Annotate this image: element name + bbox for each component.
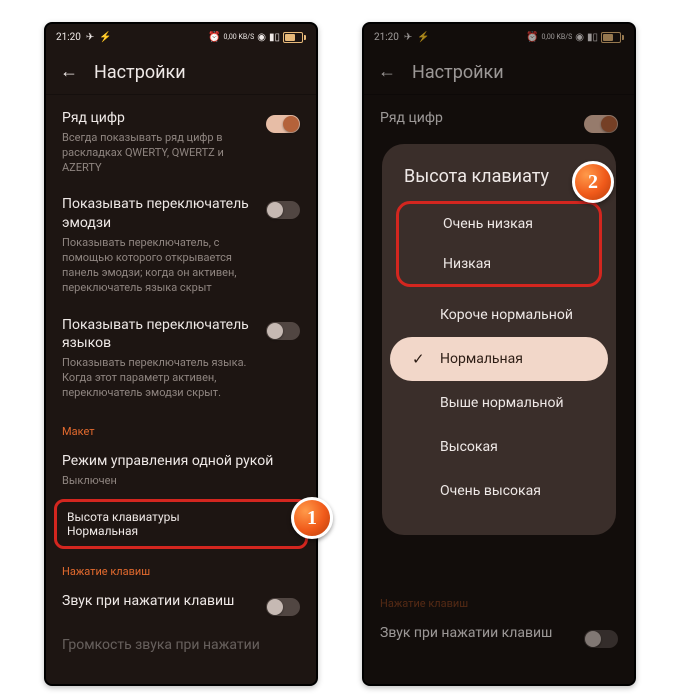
- callout-marker-1: 1: [291, 497, 333, 539]
- row-title: Показывать переключатель эмодзи: [62, 195, 254, 233]
- option-label: Выше нормальной: [440, 395, 564, 411]
- row-title: Ряд цифр: [62, 109, 252, 128]
- phone-screenshot-right: 21:20 ✈ ⚡ ⏰ 0,00 KB/S ◉ ▮▯ ← Настройки Р…: [362, 22, 636, 686]
- option-label: Нормальная: [440, 351, 523, 367]
- row-title: Звук при нажатии клавиш: [62, 592, 234, 611]
- option-label: Очень высокая: [440, 483, 541, 499]
- app-header: ← Настройки: [46, 50, 316, 95]
- option-very-low[interactable]: ✓ Очень низкая: [399, 204, 599, 244]
- section-layout: Макет: [46, 411, 316, 442]
- row-desc: Показывать переключатель, с помощью кото…: [62, 236, 252, 295]
- row-desc: Показывать переключатель языка. Когда эт…: [62, 356, 252, 401]
- option-normal[interactable]: ✓ Нормальная: [390, 337, 608, 381]
- section-keypress: Нажатие клавиш: [46, 551, 316, 582]
- phone-screenshot-left: 21:20 ✈ ⚡ ⏰ 0,00 KB/S ◉ ▮▯ ← Настройки Р…: [44, 22, 318, 686]
- bolt-icon: ⚡: [99, 32, 111, 43]
- toggle-lang-switch[interactable]: [266, 322, 300, 340]
- battery-icon: [283, 32, 306, 43]
- option-label: Короче нормальной: [440, 307, 573, 323]
- highlight-top-options: ✓ Очень низкая ✓ Низкая: [396, 201, 602, 287]
- net-speed: 0,00 KB/S: [224, 34, 255, 41]
- status-bar: 21:20 ✈ ⚡ ⏰ 0,00 KB/S ◉ ▮▯: [46, 24, 316, 50]
- option-high[interactable]: ✓ Высокая: [390, 425, 608, 469]
- row-sub: Выключен: [62, 474, 300, 487]
- row-keypress-volume: Громкость звука при нажатии: [46, 626, 316, 668]
- telegram-icon: ✈: [86, 32, 94, 43]
- option-very-high[interactable]: ✓ Очень высокая: [390, 469, 608, 513]
- option-taller[interactable]: ✓ Выше нормальной: [390, 381, 608, 425]
- option-low[interactable]: ✓ Низкая: [399, 244, 599, 284]
- signal-icon: ▮▯: [269, 32, 280, 43]
- row-keypress-sound[interactable]: Звук при нажатии клавиш: [46, 582, 316, 626]
- toggle-emoji-switch[interactable]: [266, 201, 300, 219]
- callout-marker-2: 2: [572, 161, 614, 203]
- row-desc: Всегда показывать ряд цифр в раскладках …: [62, 131, 252, 176]
- row-title: Высота клавиатуры: [67, 510, 295, 524]
- toggle-digit-row[interactable]: [266, 115, 300, 133]
- wifi-icon: ◉: [257, 32, 266, 43]
- row-one-hand[interactable]: Режим управления одной рукой Выключен: [46, 442, 316, 497]
- kb-height-dialog: Высота клавиату ✓ Очень низкая ✓ Низкая …: [382, 144, 616, 535]
- settings-content: Ряд цифр Всегда показывать ряд цифр в ра…: [46, 95, 316, 668]
- option-shorter[interactable]: ✓ Короче нормальной: [390, 293, 608, 337]
- option-label: Высокая: [440, 439, 498, 455]
- row-sub: Нормальная: [67, 524, 295, 538]
- row-emoji-switch[interactable]: Показывать переключатель эмодзи Показыва…: [46, 185, 316, 305]
- highlight-kb-height: Высота клавиатуры Нормальная: [54, 499, 308, 549]
- check-icon: ✓: [412, 350, 426, 368]
- row-title: Показывать переключатель языков: [62, 316, 254, 354]
- row-digit-row[interactable]: Ряд цифр Всегда показывать ряд цифр в ра…: [46, 99, 316, 185]
- toggle-keypress-sound[interactable]: [266, 598, 300, 616]
- row-kb-height[interactable]: Высота клавиатуры Нормальная: [67, 510, 295, 538]
- back-arrow-icon[interactable]: ←: [60, 63, 78, 81]
- row-title: Режим управления одной рукой: [62, 452, 300, 471]
- row-title: Громкость звука при нажатии: [62, 636, 300, 655]
- page-title: Настройки: [94, 62, 186, 83]
- option-label: Очень низкая: [443, 216, 533, 232]
- status-time: 21:20: [56, 32, 81, 43]
- row-lang-switch[interactable]: Показывать переключатель языков Показыва…: [46, 306, 316, 411]
- option-label: Низкая: [443, 256, 491, 272]
- alarm-icon: ⏰: [208, 32, 220, 43]
